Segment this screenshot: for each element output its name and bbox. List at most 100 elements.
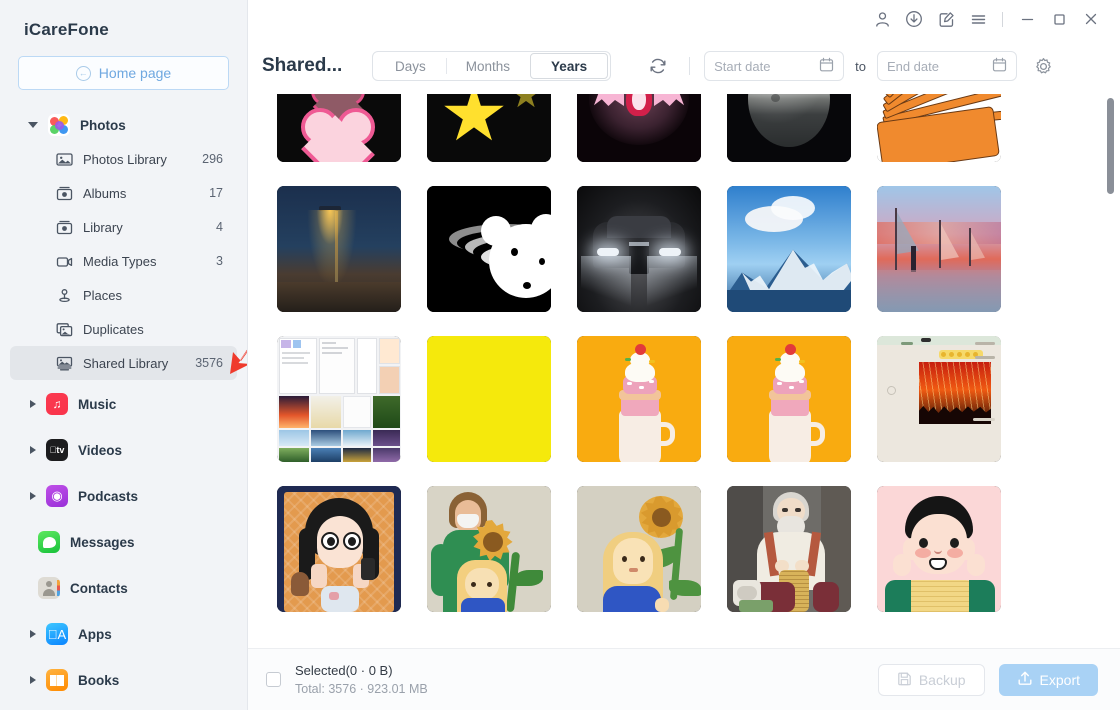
minimize-button[interactable] [1012, 5, 1042, 33]
sidebar-item-count: 3 [216, 254, 223, 268]
date-range-to-label: to [855, 58, 866, 74]
sidebar-group-messages[interactable]: Messages [0, 525, 247, 559]
pin-icon [56, 288, 73, 303]
export-button[interactable]: Export [998, 663, 1098, 696]
photo-illustration-old-man-knitting[interactable] [727, 486, 851, 612]
image-icon [56, 152, 73, 167]
start-date-placeholder: Start date [714, 58, 771, 74]
sidebar-item-label: Places [83, 287, 123, 303]
photo-illustration-girl-sunflower[interactable] [577, 486, 701, 612]
sidebar-group-label: Videos [78, 442, 123, 458]
maximize-button[interactable] [1044, 5, 1074, 33]
page-title: Shared... [262, 55, 343, 76]
backup-label: Backup [918, 671, 966, 688]
sidebar-group-label: Books [78, 672, 120, 688]
home-page-label: Home page [98, 65, 172, 81]
sidebar: iCareFone ← Home page Photos Photos Libr… [0, 0, 248, 710]
sidebar-item-shared-library[interactable]: Shared Library 3576 [10, 346, 237, 380]
sidebar-item-places[interactable]: Places [10, 278, 237, 312]
title-bar [248, 0, 1120, 38]
photo-street-lamp-at-night[interactable] [277, 186, 401, 312]
shared-library-icon [56, 356, 73, 371]
sidebar-item-count: 17 [209, 186, 223, 200]
photo-grid-scrollbar[interactable] [1107, 98, 1114, 644]
photo-illustration-family-sunflowers[interactable] [427, 486, 551, 612]
messages-app-icon [38, 531, 60, 553]
sidebar-group-videos[interactable]: tv Videos [0, 433, 247, 467]
end-date-input[interactable]: End date [876, 51, 1017, 81]
account-icon[interactable] [867, 5, 897, 33]
sidebar-group-music[interactable]: ♫ Music [0, 387, 247, 421]
backup-button[interactable]: Backup [877, 663, 985, 696]
segment-days[interactable]: Days [375, 53, 446, 79]
appletv-app-icon: tv [46, 439, 68, 461]
photo-orange-card-fan[interactable] [877, 94, 1001, 162]
gear-icon[interactable] [1029, 51, 1059, 81]
sidebar-item-count: 296 [202, 152, 223, 166]
podcasts-app-icon: ◉ [46, 485, 68, 507]
photo-black-white-bear-pattern[interactable] [427, 186, 551, 312]
scrollbar-thumb[interactable] [1107, 98, 1114, 194]
photo-illustration-girl-with-phone[interactable] [277, 486, 401, 612]
sidebar-item-media-types[interactable]: Media Types 3 [10, 244, 237, 278]
photo-pink-hearts-on-black[interactable] [277, 94, 401, 162]
segment-years[interactable]: Years [530, 53, 609, 79]
photo-chat-screenshot-concert[interactable] [877, 336, 1001, 462]
close-button[interactable] [1076, 5, 1106, 33]
album-icon [56, 186, 73, 201]
main-panel: Shared... Days Months Years Start date t… [248, 0, 1120, 710]
sidebar-group-books[interactable]: Books [0, 663, 247, 697]
titlebar-divider [1002, 11, 1003, 27]
sidebar-group-apps[interactable]: A Apps [0, 617, 247, 651]
sidebar-group-podcasts[interactable]: ◉ Podcasts [0, 479, 247, 513]
toolbar: Shared... Days Months Years Start date t… [248, 38, 1120, 94]
photo-grid-container [248, 94, 1120, 648]
sidebar-group-contacts[interactable]: Contacts [0, 571, 247, 605]
photo-solid-yellow[interactable] [427, 336, 551, 462]
photo-cupcake-milkshake-orange[interactable] [577, 336, 701, 462]
sidebar-item-library[interactable]: Library 4 [10, 210, 237, 244]
time-scope-segmented-control: Days Months Years [372, 51, 612, 81]
sidebar-item-albums[interactable]: Albums 17 [10, 176, 237, 210]
sidebar-item-label: Shared Library [83, 355, 169, 371]
photo-desktop-screenshot-collage[interactable] [277, 336, 401, 462]
end-date-placeholder: End date [886, 58, 939, 74]
start-date-input[interactable]: Start date [704, 51, 845, 81]
chevron-right-icon [30, 676, 36, 684]
sidebar-nav: Photos Photos Library 296 Albums 17 Libr… [0, 108, 247, 697]
sidebar-group-label: Contacts [70, 580, 128, 596]
upload-icon [1017, 670, 1033, 689]
back-arrow-icon: ← [75, 65, 91, 81]
photo-illustration-worried-boy[interactable] [877, 486, 1001, 612]
export-label: Export [1039, 671, 1080, 688]
chevron-right-icon [30, 446, 36, 454]
books-app-icon [46, 669, 68, 691]
appstore-app-icon: A [46, 623, 68, 645]
photo-snowy-mountain[interactable] [727, 186, 851, 312]
sidebar-item-duplicates[interactable]: Duplicates [10, 312, 237, 346]
music-app-icon: ♫ [46, 393, 68, 415]
sidebar-item-photos-library[interactable]: Photos Library 296 [10, 142, 237, 176]
video-camera-icon [56, 254, 73, 269]
toolbar-divider [689, 57, 691, 75]
download-icon[interactable] [899, 5, 929, 33]
photo-moon[interactable] [727, 94, 851, 162]
photo-yellow-stars-on-black[interactable] [427, 94, 551, 162]
chevron-right-icon [30, 630, 36, 638]
calendar-icon [819, 57, 834, 75]
select-all-checkbox[interactable] [266, 672, 281, 687]
sidebar-group-photos[interactable]: Photos [0, 108, 247, 142]
photo-sunset-beach-sailboats[interactable] [877, 186, 1001, 312]
photo-luxury-car-headlights[interactable] [577, 186, 701, 312]
sidebar-item-count: 4 [216, 220, 223, 234]
home-page-button[interactable]: ← Home page [18, 56, 229, 90]
photo-pink-bat-glow[interactable] [577, 94, 701, 162]
menu-icon[interactable] [963, 5, 993, 33]
refresh-icon[interactable] [641, 49, 675, 83]
selection-summary: Selected(0 · 0 B) Total: 3576 · 923.01 M… [295, 662, 428, 698]
photo-cupcake-milkshake-orange-duplicate[interactable] [727, 336, 851, 462]
segment-months[interactable]: Months [445, 53, 530, 79]
album-icon [56, 220, 73, 235]
feedback-icon[interactable] [931, 5, 961, 33]
photos-app-icon [48, 114, 70, 136]
